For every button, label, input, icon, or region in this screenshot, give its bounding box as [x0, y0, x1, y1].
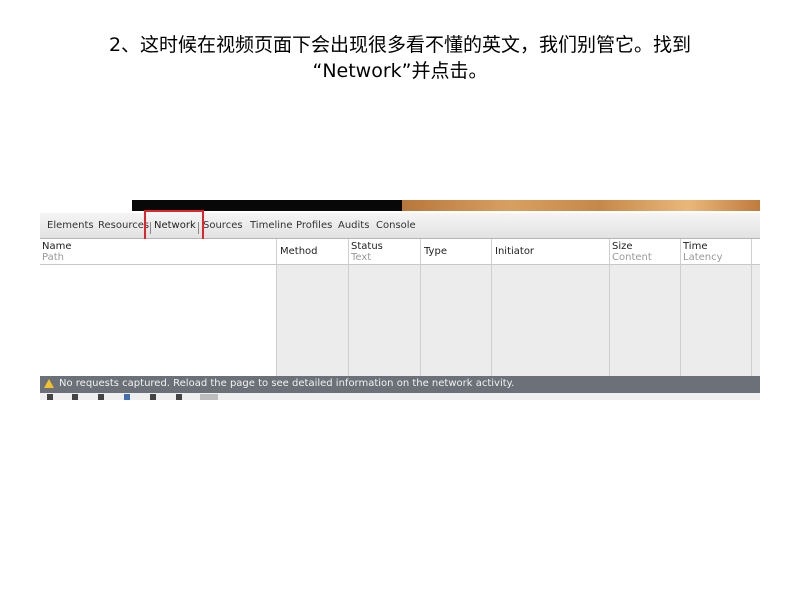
column-latency-label: Latency — [683, 252, 723, 263]
search-icon[interactable] — [98, 394, 104, 400]
column-initiator-label: Initiator — [495, 246, 535, 257]
filter-toggle-icon[interactable] — [200, 394, 218, 400]
request-list-grid-area — [277, 265, 760, 376]
tab-profiles[interactable]: Profiles — [296, 220, 332, 231]
column-content-label: Content — [612, 252, 652, 263]
column-divider[interactable] — [420, 239, 421, 376]
dock-icon[interactable] — [47, 394, 53, 400]
column-name[interactable]: Name Path — [40, 239, 276, 264]
column-time[interactable]: Time Latency — [681, 239, 751, 264]
request-list-name-area — [40, 265, 276, 376]
tab-timeline[interactable]: Timeline — [250, 220, 293, 231]
status-message: No requests captured. Reload the page to… — [59, 378, 515, 389]
column-divider[interactable] — [751, 239, 752, 376]
column-method[interactable]: Method — [277, 239, 348, 264]
column-divider[interactable] — [609, 239, 610, 376]
column-size[interactable]: Size Content — [610, 239, 680, 264]
warning-icon — [44, 379, 54, 388]
devtools-screenshot: Elements Resources Network Sources Timel… — [40, 200, 760, 400]
inspect-icon[interactable] — [124, 394, 130, 400]
column-divider[interactable] — [680, 239, 681, 376]
network-tab-highlight-box — [144, 210, 204, 241]
column-size-label: Size — [612, 241, 633, 252]
tab-sources[interactable]: Sources — [203, 220, 243, 231]
network-status-bar: No requests captured. Reload the page to… — [40, 376, 760, 393]
tab-resources[interactable]: Resources — [98, 220, 149, 231]
tab-audits[interactable]: Audits — [338, 220, 369, 231]
column-divider[interactable] — [276, 239, 277, 376]
column-divider[interactable] — [491, 239, 492, 376]
console-drawer-icon[interactable] — [72, 394, 78, 400]
tab-elements[interactable]: Elements — [47, 220, 94, 231]
column-method-label: Method — [280, 246, 318, 257]
slide-caption: 2、这时候在视频页面下会出现很多看不懂的英文，我们别管它。找到 “Network… — [0, 32, 800, 84]
column-path-label: Path — [42, 252, 64, 263]
caption-line-2: “Network”并点击。 — [312, 60, 488, 82]
column-type[interactable]: Type — [421, 239, 491, 264]
column-time-label: Time — [683, 241, 708, 252]
devtools-bottom-toolbar — [40, 393, 760, 400]
record-icon[interactable] — [150, 394, 156, 400]
clear-icon[interactable] — [176, 394, 182, 400]
column-initiator[interactable]: Initiator — [492, 239, 609, 264]
column-text-label: Text — [351, 252, 372, 263]
column-type-label: Type — [424, 246, 447, 257]
caption-line-1: 2、这时候在视频页面下会出现很多看不懂的英文，我们别管它。找到 — [108, 34, 692, 56]
column-name-label: Name — [42, 241, 72, 252]
column-status-label: Status — [351, 241, 383, 252]
tab-console[interactable]: Console — [376, 220, 416, 231]
column-divider[interactable] — [348, 239, 349, 376]
column-status[interactable]: Status Text — [349, 239, 420, 264]
network-table-header: Name Path Method Status Text Type Initia… — [40, 239, 760, 265]
video-frame-image — [402, 200, 760, 211]
